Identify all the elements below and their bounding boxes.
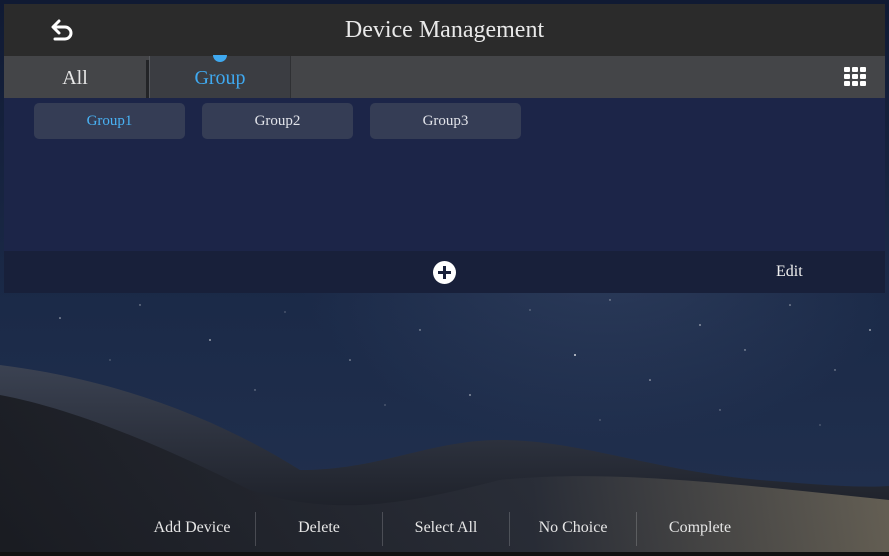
group-chip-2[interactable]: Group2 [202, 103, 353, 139]
bottom-edge [0, 552, 889, 556]
complete-button[interactable]: Complete [637, 503, 763, 552]
page-title: Device Management [344, 17, 545, 43]
grid-menu-button[interactable] [844, 67, 866, 88]
grid-menu-icon [844, 67, 850, 72]
active-tab-indicator [213, 55, 227, 62]
no-choice-button[interactable]: No Choice [510, 503, 636, 552]
edit-button[interactable]: Edit [776, 251, 803, 293]
delete-button[interactable]: Delete [256, 503, 382, 552]
back-arrow-icon [51, 19, 73, 41]
select-all-button[interactable]: Select All [383, 503, 509, 552]
tab-bar: All Group [4, 55, 885, 98]
add-group-button[interactable] [433, 261, 456, 284]
bottom-toolbar: Add Device Delete Select All No Choice C… [0, 503, 889, 552]
group-chip-1[interactable]: Group1 [34, 103, 185, 139]
title-bar: Device Management [4, 4, 885, 56]
group-action-bar: Edit [4, 251, 885, 293]
group-list: Group1 Group2 Group3 [4, 98, 885, 251]
tab-all[interactable]: All [4, 56, 146, 98]
add-device-button[interactable]: Add Device [130, 503, 254, 552]
tab-group-label: Group [194, 67, 246, 89]
back-button[interactable] [46, 16, 80, 44]
group-chip-3[interactable]: Group3 [370, 103, 521, 139]
tab-group[interactable]: Group [149, 55, 291, 98]
